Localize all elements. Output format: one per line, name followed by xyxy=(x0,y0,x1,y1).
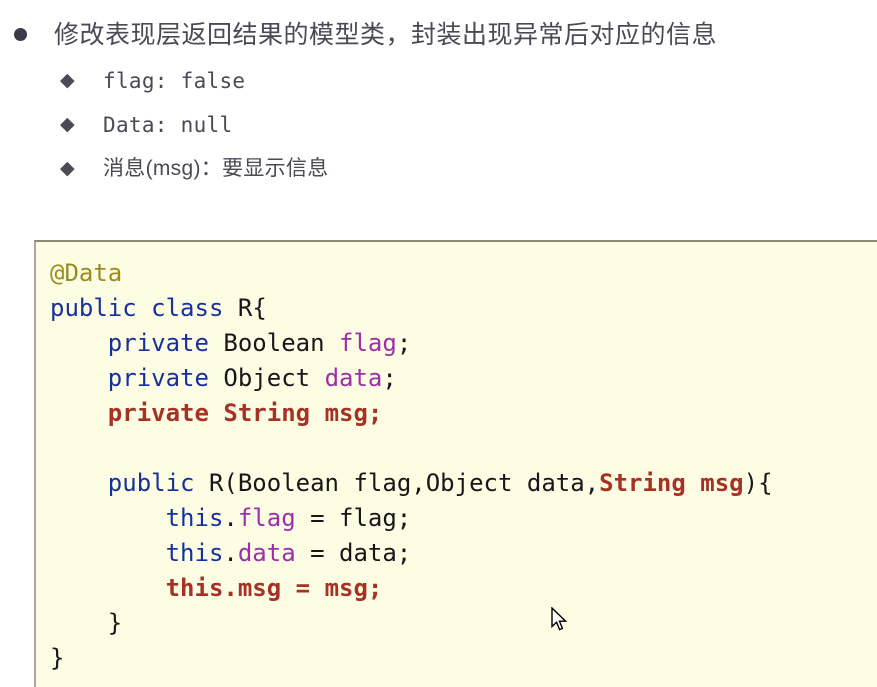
code-token-field-flag: flag xyxy=(237,504,296,532)
code-token-field-data: data xyxy=(324,364,383,392)
code-token-type-object: Object xyxy=(425,469,513,497)
code-token-field-msg: msg xyxy=(324,399,368,427)
code-token-this-highlighted: this xyxy=(165,574,224,602)
diamond-bullet-icon: ◆ xyxy=(60,114,75,135)
code-token-this: this xyxy=(165,539,224,567)
code-token-classname: R xyxy=(237,294,253,322)
code-token-semicolon: ; xyxy=(367,574,383,602)
list-item-label: 消息(msg)：要显示信息 xyxy=(103,157,329,180)
code-token-dot: . xyxy=(223,504,238,532)
code-token-field-flag: flag xyxy=(339,329,397,357)
code-token-paren-open: ( xyxy=(223,469,238,497)
code-token-semicolon: ; xyxy=(396,329,412,357)
code-token-param-flag: flag xyxy=(353,469,412,497)
code-token-field-msg: msg xyxy=(237,574,282,602)
code-token-constructor-name: R xyxy=(208,469,224,497)
code-token-assign: = xyxy=(295,574,311,602)
list-item: ◆ Data: null xyxy=(0,96,877,140)
code-token-public: public xyxy=(107,469,195,497)
code-token-brace-open: { xyxy=(252,294,267,322)
code-token-dot: . xyxy=(223,574,238,602)
outline-heading-row: 修改表现层返回结果的模型类，封装出现异常后对应的信息 xyxy=(0,0,877,52)
code-token-type-string: String xyxy=(599,469,686,497)
code-token-param-flag: flag xyxy=(339,504,397,532)
code-token-type-boolean: Boolean xyxy=(223,329,325,357)
code-token-assign: = xyxy=(310,504,325,532)
code-token-param-data: data xyxy=(339,539,397,567)
code-token-this: this xyxy=(165,504,224,532)
code-token-private: private xyxy=(107,329,209,357)
code-token-comma: , xyxy=(411,469,426,497)
filled-circle-bullet-icon xyxy=(14,18,54,52)
code-token-field-data: data xyxy=(237,539,296,567)
list-item: ◆ 消息(msg)：要显示信息 xyxy=(0,140,877,184)
code-token-assign: = xyxy=(310,539,325,567)
list-item-label: flag: false xyxy=(103,69,246,93)
list-item: ◆ flag: false xyxy=(0,52,877,96)
code-token-brace-open: { xyxy=(758,469,773,497)
diamond-bullet-icon: ◆ xyxy=(60,70,75,91)
code-token-comma: , xyxy=(584,469,600,497)
list-item-label: Data: null xyxy=(103,113,233,137)
code-token-annotation: @Data xyxy=(50,259,123,287)
code-token-param-msg: msg xyxy=(324,574,368,602)
code-token-type-object: Object xyxy=(223,364,311,392)
code-token-param-msg: msg xyxy=(700,469,744,497)
code-token-semicolon: ; xyxy=(382,364,397,392)
code-token-paren-close: ) xyxy=(743,469,759,497)
code-token-public: public xyxy=(50,294,137,322)
code-block: @Data public class R{ private Boolean fl… xyxy=(34,240,877,687)
slide-outline: 修改表现层返回结果的模型类，封装出现异常后对应的信息 ◆ flag: false… xyxy=(0,0,877,184)
page-title: 修改表现层返回结果的模型类，封装出现异常后对应的信息 xyxy=(54,21,718,49)
code-token-class: class xyxy=(151,294,224,322)
code-token-semicolon: ; xyxy=(367,399,383,427)
diamond-bullet-icon: ◆ xyxy=(60,158,75,179)
code-token-semicolon: ; xyxy=(396,504,412,532)
code-token-private: private xyxy=(107,364,209,392)
code-content: @Data public class R{ private Boolean fl… xyxy=(36,242,877,676)
code-token-param-data: data xyxy=(526,469,585,497)
code-token-dot: . xyxy=(223,539,238,567)
code-token-private-highlighted: private xyxy=(107,399,209,427)
code-token-brace-close: } xyxy=(50,644,65,672)
code-token-type-string: String xyxy=(223,399,311,427)
code-token-type-boolean: Boolean xyxy=(237,469,340,497)
code-token-semicolon: ; xyxy=(396,539,412,567)
code-token-brace-close: } xyxy=(107,609,123,637)
